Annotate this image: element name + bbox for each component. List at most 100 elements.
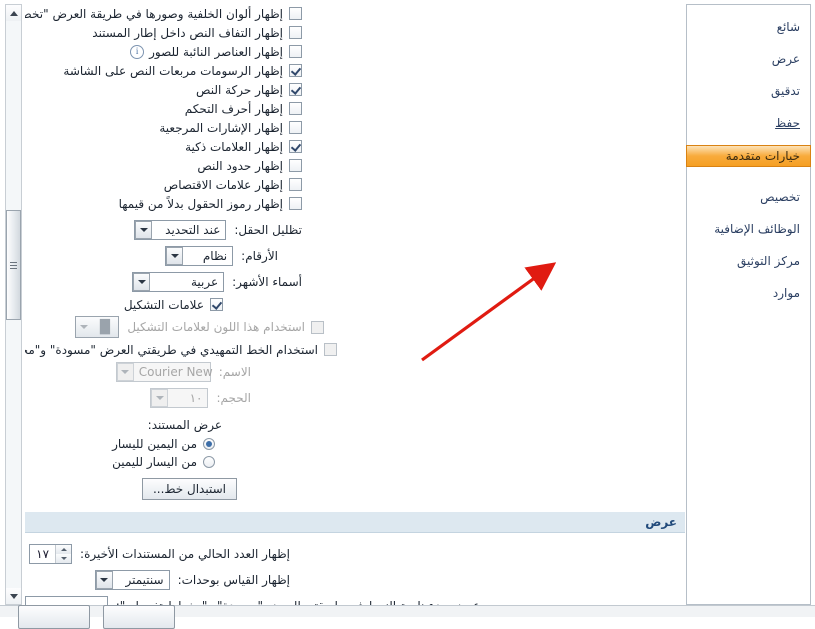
- scroll-down-button[interactable]: [6, 588, 21, 604]
- checkbox-row[interactable]: إظهار رموز الحقول بدلاً من قيمها: [25, 194, 685, 213]
- display-section-header: عرض: [25, 512, 685, 533]
- checkbox-row[interactable]: إظهار حدود النص: [25, 156, 685, 175]
- diacritic-color-row: استخدام هذا اللون لعلامات التشكيل █: [25, 314, 685, 340]
- sidebar-divider: [687, 180, 810, 187]
- scrollbar-thumb[interactable]: [6, 210, 21, 320]
- substitute-font-button[interactable]: استبدال خط...: [141, 478, 237, 500]
- recent-documents-stepper[interactable]: ١٧: [29, 544, 73, 564]
- radio-label: من اليسار لليمين: [112, 455, 197, 469]
- sidebar-item-label: خيارات متقدمة: [725, 149, 800, 163]
- vertical-scrollbar[interactable]: [5, 4, 22, 605]
- sidebar-item-label: الوظائف الإضافية: [714, 221, 800, 236]
- sidebar-item-addins[interactable]: الوظائف الإضافية: [687, 219, 810, 238]
- radio-ltr[interactable]: [203, 456, 215, 468]
- dropdown-button[interactable]: [95, 571, 113, 589]
- checkbox-row[interactable]: إظهار علامات الاقتصاص: [25, 175, 685, 194]
- font-name-dropdown[interactable]: Courier New: [115, 362, 213, 382]
- sidebar-item-resources[interactable]: موارد: [687, 283, 810, 302]
- numerals-dropdown[interactable]: نظام: [165, 246, 234, 266]
- dropdown-button[interactable]: [151, 389, 169, 407]
- dropdown-button[interactable]: [135, 221, 153, 239]
- checkbox-show-bookmarks[interactable]: [289, 121, 302, 134]
- checkbox-diacritic-color[interactable]: [311, 320, 324, 334]
- radio-row[interactable]: من اليسار لليمين: [25, 453, 685, 471]
- measurement-units-dropdown[interactable]: سنتيمتر: [94, 570, 170, 590]
- checkbox-show-drawings[interactable]: [289, 64, 302, 77]
- checkbox-show-text-animation[interactable]: [289, 83, 302, 96]
- dropdown-button[interactable]: [116, 363, 134, 381]
- radio-row[interactable]: من اليمين لليسار: [25, 435, 685, 453]
- month-names-row: أسماء الأشهر: عربية: [25, 269, 685, 295]
- sidebar-item-display[interactable]: عرض: [687, 49, 810, 68]
- dialog-footer: [0, 605, 815, 629]
- font-name-value: Courier New: [138, 365, 213, 379]
- checkbox-label: إظهار حركة النص: [196, 82, 283, 97]
- stepper-up-button[interactable]: [56, 545, 72, 554]
- dropdown-button[interactable]: [166, 247, 184, 265]
- checkbox-row[interactable]: إظهار ألوان الخلفية وصورها في طريقة العر…: [25, 4, 685, 23]
- sidebar-item-advanced[interactable]: خيارات متقدمة: [686, 145, 811, 167]
- field-shading-row: تظليل الحقل: عند التحديد: [25, 217, 685, 243]
- checkbox-show-picture-placeholders[interactable]: [289, 45, 302, 58]
- font-size-dropdown[interactable]: ١٠: [150, 388, 209, 408]
- sidebar-item-trust-center[interactable]: مركز التوثيق: [687, 251, 810, 270]
- checkbox-row[interactable]: إظهار العناصر النائبة للصور i: [25, 42, 685, 61]
- checkbox-show-smart-tags[interactable]: [289, 140, 302, 153]
- radio-rtl[interactable]: [203, 438, 215, 450]
- dropdown-button[interactable]: [76, 325, 91, 329]
- checkbox-draft-font[interactable]: [324, 343, 337, 356]
- checkbox-label: إظهار التفاف النص داخل إطار المستند: [92, 25, 283, 40]
- dropdown-button[interactable]: [133, 273, 151, 291]
- diacritic-color-picker[interactable]: █: [75, 316, 120, 338]
- stepper-down-button[interactable]: [56, 554, 72, 563]
- checkbox-show-crop-marks[interactable]: [289, 178, 302, 191]
- month-names-label: أسماء الأشهر:: [232, 275, 302, 289]
- ok-button[interactable]: [103, 605, 175, 629]
- chevron-down-icon: [79, 325, 88, 329]
- stepper-down-icon: [60, 557, 67, 560]
- checkbox-show-background-colors[interactable]: [289, 7, 302, 20]
- stepper-buttons[interactable]: [55, 545, 72, 563]
- document-view-label: عرض المستند:: [147, 418, 222, 432]
- document-view-label-row: عرض المستند:: [25, 415, 685, 435]
- checkbox-label: إظهار العناصر النائبة للصور: [149, 44, 283, 59]
- sidebar-item-label: تخصيص: [760, 189, 800, 204]
- checkbox-show-field-codes[interactable]: [289, 197, 302, 210]
- numerals-label: الأرقام:: [241, 249, 278, 263]
- month-names-dropdown[interactable]: عربية: [132, 272, 225, 292]
- font-size-label: الحجم:: [216, 391, 251, 405]
- paint-bucket-icon: █: [99, 319, 110, 335]
- sidebar-item-common[interactable]: شائع: [687, 17, 810, 36]
- checkbox-row[interactable]: إظهار العلامات ذكية: [25, 137, 685, 156]
- options-content-panel: إظهار ألوان الخلفية وصورها في طريقة العر…: [25, 4, 685, 605]
- checkbox-row[interactable]: إظهار التفاف النص داخل إطار المستند: [25, 23, 685, 42]
- chevron-down-icon: [100, 578, 109, 582]
- sidebar-item-label: عرض: [771, 51, 800, 66]
- checkbox-row[interactable]: إظهار الرسومات مربعات النص على الشاشة: [25, 61, 685, 80]
- scroll-up-button[interactable]: [6, 5, 21, 21]
- checkbox-row[interactable]: إظهار الإشارات المرجعية: [25, 118, 685, 137]
- checkbox-show-control-characters[interactable]: [289, 102, 302, 115]
- sidebar-item-customize[interactable]: تخصيص: [687, 187, 810, 206]
- checkbox-show-text-wrapped[interactable]: [289, 26, 302, 39]
- cancel-button[interactable]: [18, 605, 90, 629]
- sidebar-item-save[interactable]: حفظ: [687, 113, 810, 132]
- sidebar-item-label: تدقيق: [770, 83, 800, 98]
- numerals-value: نظام: [202, 249, 228, 263]
- sidebar-item-label: حفظ: [775, 115, 800, 130]
- measurement-units-row: إظهار القياس بوحدات: سنتيمتر: [25, 567, 685, 593]
- sidebar-item-proofing[interactable]: تدقيق: [687, 81, 810, 100]
- checkbox-row[interactable]: استخدام الخط التمهيدي في طريقتي العرض "م…: [25, 340, 685, 359]
- sidebar-item-label: شائع: [776, 19, 800, 34]
- checkbox-diacritics[interactable]: [210, 298, 223, 311]
- checkbox-row[interactable]: علامات التشكيل: [25, 295, 685, 314]
- style-pane-width-row: عرض جزء ناحية النمط في طريقتي العرض "مسو…: [25, 593, 685, 605]
- checkbox-row[interactable]: إظهار حركة النص: [25, 80, 685, 99]
- font-size-value: ١٠: [189, 391, 203, 405]
- checkbox-row[interactable]: إظهار أحرف التحكم: [25, 99, 685, 118]
- checkbox-show-text-boundaries[interactable]: [289, 159, 302, 172]
- checkbox-label: إظهار أحرف التحكم: [184, 101, 283, 116]
- style-pane-width-input[interactable]: ٠ سم: [25, 596, 108, 605]
- field-shading-dropdown[interactable]: عند التحديد: [134, 220, 227, 240]
- info-icon[interactable]: i: [130, 44, 145, 59]
